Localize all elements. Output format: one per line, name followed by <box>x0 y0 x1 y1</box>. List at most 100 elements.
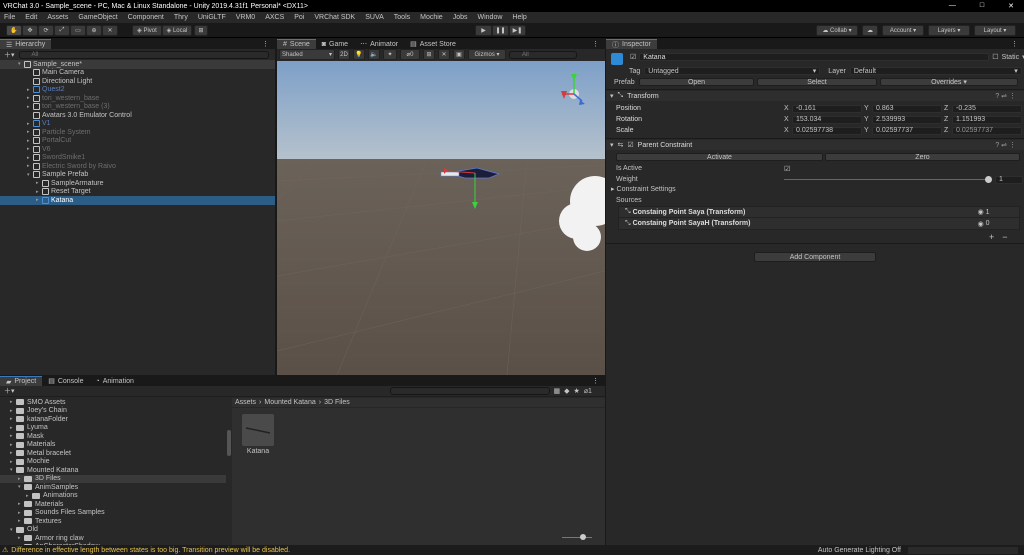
component-menu-icons[interactable]: ? ⇌ ⋮ <box>995 92 1016 100</box>
rotation-y-field[interactable]: 2.539993 <box>872 115 942 124</box>
menu-vrchat-sdk[interactable]: VRChat SDK <box>314 14 355 21</box>
add-source-icon[interactable]: + <box>989 232 994 242</box>
hierarchy-item[interactable]: ▸ SampleArmature <box>0 179 275 188</box>
tab-hierarchy[interactable]: ☰ Hierarchy <box>0 39 52 49</box>
filter-type-icon[interactable]: ▦ <box>554 387 561 395</box>
target-icon[interactable]: ◉ <box>978 208 984 216</box>
rect-tool-icon[interactable]: ▭ <box>70 25 86 36</box>
menu-window[interactable]: Window <box>478 14 503 21</box>
hierarchy-item[interactable]: Main Camera <box>0 69 275 78</box>
static-checkbox[interactable]: ☐ <box>992 53 998 61</box>
effects-icon[interactable]: ✦ <box>383 49 397 60</box>
hierarchy-item[interactable]: ▸ Katana <box>0 196 275 205</box>
local-button[interactable]: ◈ Local <box>162 25 192 36</box>
hierarchy-item[interactable]: Avatars 3.0 Emulator Control <box>0 111 275 120</box>
minimize-button[interactable]: — <box>949 2 956 10</box>
prefab-overrides-button[interactable]: Overrides ▾ <box>880 78 1018 86</box>
hierarchy-item[interactable]: ▸ Electric Sword by Raivo <box>0 162 275 171</box>
pivot-button[interactable]: ◈ Pivot <box>132 25 162 36</box>
project-folder[interactable]: ▸ Armor ring claw <box>0 534 226 543</box>
hand-tool-icon[interactable]: ✋ <box>6 25 22 36</box>
filter-label-icon[interactable]: ◆ <box>564 387 569 395</box>
menu-component[interactable]: Component <box>128 14 164 21</box>
toggle-2d-button[interactable]: 2D <box>338 49 350 60</box>
breadcrumb-assets[interactable]: Assets <box>235 399 256 406</box>
custom-tool-icon[interactable]: ✕ <box>102 25 118 36</box>
menu-poi[interactable]: Poi <box>294 14 304 21</box>
project-folder[interactable]: ▸ Mask <box>0 432 226 441</box>
breadcrumb-mounted-katana[interactable]: Mounted Katana <box>264 399 315 406</box>
menu-axcs[interactable]: AXCS <box>265 14 284 21</box>
gizmos-dropdown[interactable]: Gizmos ▾ <box>468 49 506 60</box>
position-x-field[interactable]: -0.161 <box>792 104 862 113</box>
tab-asset-store[interactable]: ▤ Asset Store <box>404 39 462 49</box>
rotate-tool-icon[interactable]: ⟳ <box>38 25 54 36</box>
hierarchy-search[interactable]: All <box>18 50 269 59</box>
menu-jobs[interactable]: Jobs <box>453 14 468 21</box>
zoom-slider-handle[interactable] <box>580 534 586 540</box>
weight-field[interactable]: 1 <box>995 175 1023 184</box>
close-button[interactable]: ✕ <box>1008 2 1014 10</box>
play-icon[interactable]: ▶ <box>475 25 492 36</box>
hierarchy-item[interactable]: ▸ V6 <box>0 145 275 154</box>
tab-scene[interactable]: # Scene <box>277 39 316 49</box>
project-folder[interactable]: ▸ katanaFolder <box>0 415 226 424</box>
hierarchy-item[interactable]: ▸ tori_western_base (3) <box>0 103 275 112</box>
hidden-packages-icon[interactable]: ⌀1 <box>584 387 592 395</box>
favorite-icon[interactable]: ★ <box>574 387 580 395</box>
tab-animator[interactable]: ⋯ Animator <box>354 39 404 49</box>
is-active-checkbox[interactable]: ☑ <box>784 165 790 173</box>
account-dropdown[interactable]: Account ▾ <box>882 25 924 36</box>
position-y-field[interactable]: 0.863 <box>872 104 942 113</box>
scene-search[interactable]: All <box>509 50 577 59</box>
panel-menu-icon[interactable]: ⋮ <box>262 40 269 48</box>
hierarchy-item[interactable]: ▸ V1 <box>0 120 275 129</box>
hierarchy-item[interactable]: ▸ PortalCut <box>0 137 275 146</box>
menu-assets[interactable]: Assets <box>47 14 68 21</box>
transform-tool-icon[interactable]: ⊕ <box>86 25 102 36</box>
object-name-field[interactable]: Katana <box>639 53 990 61</box>
layer-dropdown[interactable]: Default ▾ <box>849 67 1022 75</box>
project-folder[interactable]: ▸ Mochie <box>0 458 226 467</box>
position-z-field[interactable]: -0.235 <box>952 104 1022 113</box>
grid-icon[interactable]: ⊞ <box>423 49 435 60</box>
transform-header[interactable]: ▾ ⤡ Transform ? ⇌ ⋮ <box>606 91 1024 101</box>
prefab-select-button[interactable]: Select <box>757 78 877 86</box>
katana-asset-thumbnail[interactable] <box>242 414 274 446</box>
source-item[interactable]: ⤡ Constaing Point SayaH (Transform) ◉ 0 <box>619 218 1019 229</box>
audio-icon[interactable]: 🔈 <box>368 49 380 60</box>
move-tool-icon[interactable]: ✥ <box>22 25 38 36</box>
tab-console[interactable]: ▤ Console <box>42 376 89 386</box>
tab-animation[interactable]: ◔ Animation <box>90 376 140 386</box>
scale-tool-icon[interactable]: ⤢ <box>54 25 70 36</box>
tab-project[interactable]: ▰ Project <box>0 376 43 386</box>
menu-unigltf[interactable]: UniGLTF <box>198 14 226 21</box>
constraint-enabled-checkbox[interactable]: ☑ <box>627 141 633 149</box>
project-folder[interactable]: ▸ Materials <box>0 441 226 450</box>
tag-dropdown[interactable]: Untagged ▾ <box>644 67 821 75</box>
menu-suva[interactable]: SUVA <box>365 14 384 21</box>
tab-inspector[interactable]: ⓘ Inspector <box>606 39 657 49</box>
scale-y-field[interactable]: 0.02597737 <box>872 126 942 135</box>
project-menu-icon[interactable]: ⋮ <box>592 377 599 385</box>
activate-button[interactable]: Activate <box>616 153 823 161</box>
inspector-menu-icon[interactable]: ⋮ <box>1011 40 1018 48</box>
cloud-icon[interactable]: ☁ <box>862 25 878 36</box>
hierarchy-item[interactable]: ▸ Quest2 <box>0 86 275 95</box>
remove-source-icon[interactable]: − <box>1002 232 1007 242</box>
project-folder[interactable]: ▾ Mounted Katana <box>0 466 226 475</box>
tab-game[interactable]: ◙ Game <box>316 39 354 49</box>
scene-menu-icon[interactable]: ⋮ <box>592 40 599 48</box>
zoom-slider[interactable] <box>562 534 592 540</box>
create-dropdown-icon[interactable]: ＋▾ <box>4 50 15 60</box>
menu-vrm0[interactable]: VRM0 <box>236 14 255 21</box>
layers-dropdown[interactable]: Layers ▾ <box>928 25 970 36</box>
layout-dropdown[interactable]: Layout ▾ <box>974 25 1016 36</box>
project-folder[interactable]: ▸ Metal bracelet <box>0 449 226 458</box>
project-folder[interactable]: ▾ AnimSamples <box>0 483 226 492</box>
breadcrumb-3d-files[interactable]: 3D Files <box>324 399 350 406</box>
scene-viewport[interactable] <box>277 61 605 375</box>
hierarchy-item[interactable]: ▸ Particle System <box>0 128 275 137</box>
hierarchy-item[interactable]: ▸ SwordSmike1 <box>0 154 275 163</box>
active-checkbox[interactable]: ☑ <box>630 53 636 61</box>
